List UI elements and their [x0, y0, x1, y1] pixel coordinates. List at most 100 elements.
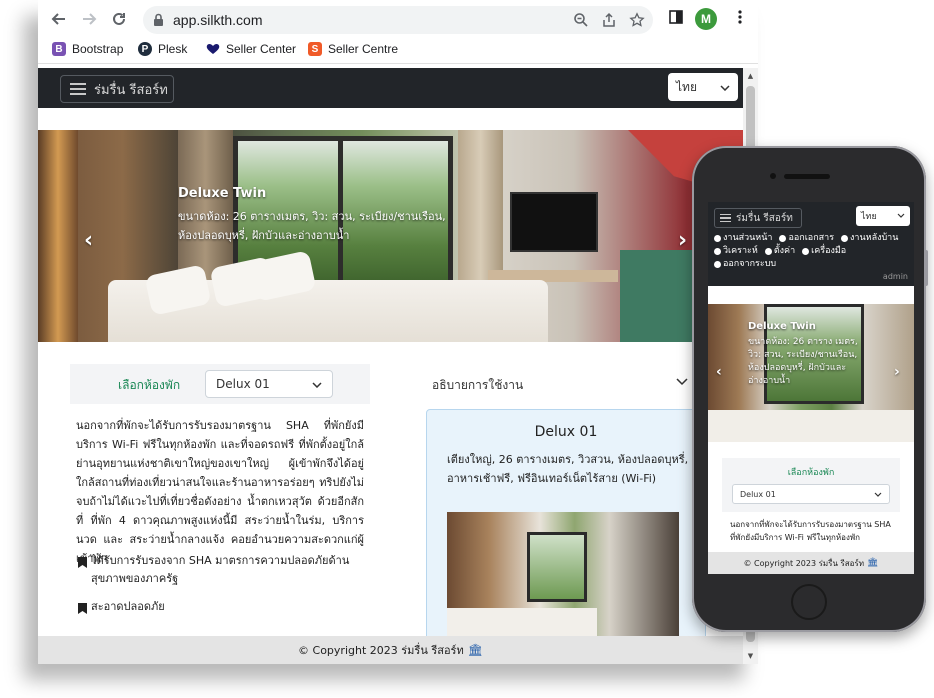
reload-icon[interactable] [108, 8, 130, 30]
bank-icon: 🏛 [467, 643, 483, 657]
mobile-brand-name: ร่มรื่น รีสอร์ท [736, 212, 793, 224]
hero-description: ขนาดห้อง: 26 ตารางเมตร, วิว: สวน, ระเบีย… [178, 210, 446, 242]
menu-item-label: ออกเอกสาร [788, 233, 835, 243]
back-icon[interactable] [48, 8, 70, 30]
desktop-browser-window: app.silkth.com M B Bootstrap P Plesk Sel… [38, 0, 758, 664]
mobile-footer: © Copyright 2023 ร่มรื่น รีสอร์ท 🏛 [708, 552, 914, 574]
bookmark-seller-center[interactable]: Seller Center [206, 42, 296, 56]
bookmark-icon [78, 602, 87, 620]
menu-dot-icon [841, 235, 849, 242]
room-info-card: Delux 01 เตียงใหญ่, 26 ตารางเมตร, วิวสวน… [426, 409, 706, 650]
seller-centre-icon: S [308, 42, 322, 56]
chevron-down-icon[interactable] [676, 374, 688, 390]
phone-speaker [784, 174, 830, 179]
bookmark-plesk[interactable]: P Plesk [138, 42, 187, 56]
mobile-intro-paragraph: นอกจากที่พักจะได้รับการรับรองมาตรฐาน SHA… [730, 520, 891, 542]
mobile-menu-item[interactable]: เครื่องมือ [802, 245, 846, 258]
bank-icon: 🏛 [867, 558, 879, 568]
mobile-menu-item[interactable]: งานหลังบ้าน [841, 232, 898, 245]
carousel-prev-icon[interactable]: ‹ [716, 364, 722, 380]
language-value: ไทย [676, 79, 697, 94]
mobile-menu-item[interactable]: ออกจากระบบ [714, 258, 776, 271]
mobile-menu-item[interactable]: วิเคราะห์ [714, 245, 758, 258]
hero-carousel: Deluxe Twin ขนาดห้อง: 26 ตารางเมตร, วิว:… [38, 130, 743, 342]
carousel-prev-icon[interactable]: ‹ [84, 228, 93, 253]
feature-text: สะอาดปลอดภัย [91, 600, 165, 613]
phone-camera [770, 173, 776, 179]
feature-item: สะอาดปลอดภัย [78, 598, 368, 620]
hero-title: Deluxe Twin [178, 186, 267, 201]
intro-paragraph: นอกจากที่พักจะได้รับการรับรองมาตรฐาน SHA… [76, 419, 364, 565]
mobile-menu-item[interactable]: ออกเอกสาร [779, 232, 834, 245]
browser-toolbar: app.silkth.com M [38, 0, 758, 38]
mobile-language-select[interactable]: ไทย [856, 206, 910, 226]
side-panel-icon[interactable] [668, 9, 688, 29]
room-select-label: เลือกห้องพัก [118, 378, 181, 392]
mobile-hero-caption: Deluxe Twin ขนาดห้อง: 26 ตาราง เมตร, วิว… [748, 320, 868, 388]
mobile-navbar: ร่มรื่น รีสอร์ท ไทย งานส่วนหน้า ออกเอกสา… [708, 202, 914, 286]
menu-item-label: วิเคราะห์ [723, 246, 758, 256]
copyright-text: © Copyright 2023 ร่มรื่น รีสอร์ท [298, 644, 464, 657]
kebab-menu-icon[interactable] [732, 9, 752, 29]
usage-accordion-header[interactable]: อธิบายการใช้งาน [432, 376, 523, 395]
carousel-next-icon[interactable]: › [678, 228, 687, 253]
screenshot-stage: app.silkth.com M B Bootstrap P Plesk Sel… [0, 0, 934, 698]
mobile-room-label: เลือกห้องพัก [787, 468, 835, 478]
share-icon[interactable] [601, 12, 619, 30]
site-footer: © Copyright 2023 ร่มรื่น รีสอร์ท 🏛 [38, 636, 743, 664]
card-title: Delux 01 [534, 424, 598, 440]
mobile-room-value: Delux 01 [740, 489, 776, 499]
card-description: เตียงใหญ่, 26 ตารางเมตร, วิวสวน, ห้องปลอ… [447, 453, 689, 485]
url-text: app.silkth.com [173, 12, 263, 28]
chevron-down-icon [897, 211, 905, 221]
room-select[interactable]: Delux 01 [205, 370, 333, 398]
zoom-icon[interactable] [573, 12, 591, 30]
menu-item-label: เครื่องมือ [811, 246, 847, 256]
hero-photo-tv [510, 192, 598, 252]
room-select-value: Delux 01 [216, 377, 270, 391]
mobile-menu-item[interactable]: ตั้งค่า [764, 245, 796, 258]
seller-center-icon [206, 42, 220, 56]
scroll-up-icon[interactable]: ▲ [746, 72, 755, 80]
star-icon[interactable] [629, 12, 647, 30]
hero-caption: Deluxe Twin ขนาดห้อง: 26 ตารางเมตร, วิว:… [178, 186, 468, 245]
plesk-icon: P [138, 42, 152, 56]
bookmark-bootstrap[interactable]: B Bootstrap [52, 42, 123, 56]
navbar-toggle-button[interactable]: ร่มรื่น รีสอร์ท [60, 75, 174, 103]
hamburger-icon [70, 80, 86, 98]
menu-item-label: ตั้งค่า [773, 246, 796, 256]
phone-mockup: ร่มรื่น รีสอร์ท ไทย งานส่วนหน้า ออกเอกสา… [692, 146, 928, 632]
site-navbar: ร่มรื่น รีสอร์ท ไทย [38, 68, 743, 108]
scroll-down-icon[interactable]: ▼ [746, 652, 755, 660]
lock-icon[interactable] [153, 12, 164, 31]
bookmark-seller-centre[interactable]: S Seller Centre [308, 42, 398, 56]
bookmark-label: Seller Center [226, 42, 297, 56]
language-select[interactable]: ไทย [668, 73, 738, 101]
menu-item-label: งานส่วนหน้า [723, 233, 773, 243]
phone-side-button [924, 250, 928, 286]
menu-dot-icon [764, 248, 772, 255]
hero-photo-lamp [38, 130, 78, 342]
mobile-navbar-toggle[interactable]: ร่มรื่น รีสอร์ท [714, 208, 802, 228]
chevron-down-icon [312, 377, 322, 391]
phone-screen: ร่มรื่น รีสอร์ท ไทย งานส่วนหน้า ออกเอกสา… [708, 202, 914, 574]
menu-item-label: งานหลังบ้าน [850, 233, 899, 243]
mobile-hero-carousel: Deluxe Twin ขนาดห้อง: 26 ตาราง เมตร, วิว… [708, 304, 914, 442]
menu-dot-icon [714, 235, 721, 242]
room-photo-window [527, 532, 587, 602]
mobile-room-select[interactable]: Delux 01 [732, 484, 890, 504]
hamburger-icon [720, 212, 731, 225]
carousel-next-icon[interactable]: › [894, 364, 900, 380]
forward-icon[interactable] [78, 8, 100, 30]
profile-avatar[interactable]: M [695, 8, 717, 30]
brand-name: ร่มรื่น รีสอร์ท [94, 82, 168, 98]
feature-text: ได้รับการรับรองจาก SHA มาตรการความปลอดภั… [91, 554, 350, 585]
bootstrap-icon: B [52, 42, 66, 56]
feature-item: ได้รับการรับรองจาก SHA มาตรการความปลอดภั… [78, 552, 368, 588]
mobile-hero-description: ขนาดห้อง: 26 ตาราง เมตร, วิว: สวน, ระเบี… [748, 337, 858, 386]
menu-dot-icon [714, 261, 721, 268]
address-bar[interactable]: app.silkth.com [143, 6, 653, 34]
mobile-user-name: admin [882, 272, 908, 281]
mobile-menu-item[interactable]: งานส่วนหน้า [714, 232, 772, 245]
chevron-down-icon [874, 490, 882, 499]
